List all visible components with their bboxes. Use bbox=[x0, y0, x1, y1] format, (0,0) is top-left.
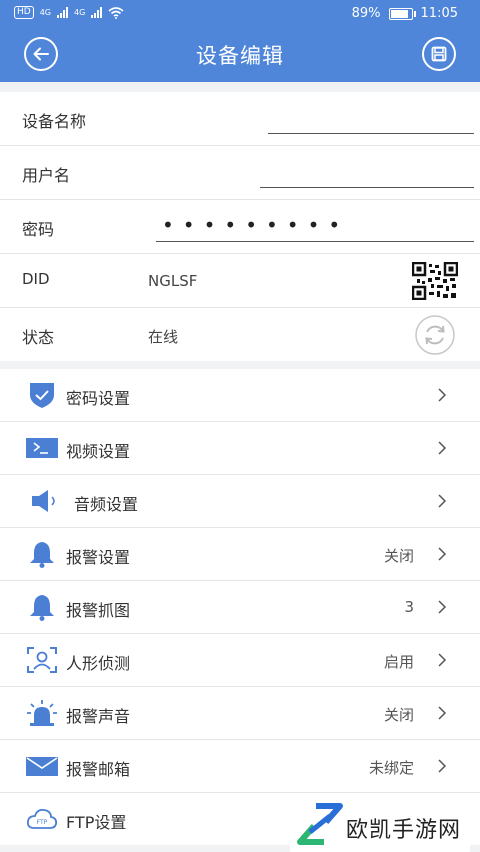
chevron-right-icon bbox=[438, 547, 447, 561]
did-row: DID NGLSF bbox=[0, 254, 480, 308]
did-label: DID bbox=[22, 270, 50, 288]
username-label: 用户名 bbox=[22, 166, 71, 185]
menu-label: 人形侦测 bbox=[66, 654, 131, 673]
device-form: 设备名称 用户名 密码 ••••••••• DID NGLSF 状态 在线 bbox=[0, 92, 480, 361]
menu-label: 音频设置 bbox=[74, 495, 139, 514]
page-title: 设备编辑 bbox=[196, 44, 284, 68]
menu-item-alarm-settings[interactable]: 报警设置 关闭 bbox=[0, 528, 480, 581]
menu-label: 视频设置 bbox=[66, 442, 131, 461]
hd-badge: HD bbox=[14, 6, 34, 19]
menu-item-alarm-sound[interactable]: 报警声音 关闭 bbox=[0, 687, 480, 740]
mail-icon bbox=[26, 757, 58, 776]
status-bar: HD 4G 4G 89% 11:05 bbox=[0, 0, 480, 28]
menu-label: 报警设置 bbox=[66, 548, 131, 567]
watermark-logo-icon bbox=[297, 803, 343, 845]
save-button[interactable] bbox=[422, 37, 456, 71]
menu-item-alarm-email[interactable]: 报警邮箱 未绑定 bbox=[0, 740, 480, 793]
watermark-text: 欧凯手游网 bbox=[346, 818, 462, 843]
chevron-right-icon bbox=[438, 600, 447, 614]
battery-percent: 89% bbox=[351, 6, 381, 21]
chevron-right-icon bbox=[438, 759, 447, 773]
menu-item-audio-settings[interactable]: 音频设置 bbox=[0, 475, 480, 528]
person-detect-icon bbox=[27, 647, 57, 673]
chevron-right-icon bbox=[438, 388, 447, 402]
menu-label: 报警抓图 bbox=[66, 601, 131, 620]
menu-item-password-settings[interactable]: 密码设置 bbox=[0, 369, 480, 422]
menu-value: 关闭 bbox=[383, 706, 414, 724]
bell-icon bbox=[30, 542, 54, 568]
menu-item-alarm-snapshot[interactable]: 报警抓图 3 bbox=[0, 581, 480, 634]
svg-text:FTP: FTP bbox=[37, 819, 48, 826]
menu-value: 3 bbox=[404, 598, 414, 616]
cloud-ftp-icon: FTP bbox=[26, 808, 58, 829]
username-row: 用户名 bbox=[0, 146, 480, 200]
status-row: 状态 在线 bbox=[0, 308, 480, 361]
settings-menu: 密码设置 视频设置 音频设置 报警设置 关闭 报警抓图 3 人形侦测 启用 报警… bbox=[0, 369, 480, 845]
status-label: 状态 bbox=[22, 328, 55, 347]
network-label-1: 4G bbox=[39, 8, 51, 17]
password-field[interactable]: ••••••••• bbox=[162, 213, 349, 237]
chevron-right-icon bbox=[438, 494, 447, 508]
refresh-icon[interactable] bbox=[414, 314, 456, 356]
password-row: 密码 ••••••••• bbox=[0, 200, 480, 254]
username-field[interactable] bbox=[260, 187, 474, 188]
menu-label: FTP设置 bbox=[66, 813, 127, 832]
did-value: NGLSF bbox=[148, 272, 198, 290]
shield-icon bbox=[30, 383, 54, 408]
menu-label: 密码设置 bbox=[66, 389, 131, 408]
menu-value: 启用 bbox=[383, 653, 414, 671]
video-icon bbox=[26, 438, 58, 458]
menu-value: 未绑定 bbox=[368, 759, 414, 777]
bell-icon bbox=[30, 595, 54, 621]
siren-icon bbox=[27, 700, 57, 726]
device-name-label: 设备名称 bbox=[22, 112, 87, 131]
menu-label: 报警邮箱 bbox=[66, 760, 131, 779]
battery-icon bbox=[388, 7, 416, 20]
signal-icon bbox=[57, 7, 68, 18]
device-name-field[interactable] bbox=[268, 133, 474, 134]
chevron-right-icon bbox=[438, 653, 447, 667]
menu-label: 报警声音 bbox=[66, 707, 131, 726]
speaker-icon bbox=[32, 490, 55, 512]
menu-value: 关闭 bbox=[383, 547, 414, 565]
device-name-row: 设备名称 bbox=[0, 92, 480, 146]
chevron-right-icon bbox=[438, 706, 447, 720]
status-value: 在线 bbox=[148, 328, 179, 346]
chevron-right-icon bbox=[438, 441, 447, 455]
menu-item-video-settings[interactable]: 视频设置 bbox=[0, 422, 480, 475]
app-header: 设备编辑 bbox=[0, 28, 480, 82]
menu-item-human-detection[interactable]: 人形侦测 启用 bbox=[0, 634, 480, 687]
password-label: 密码 bbox=[22, 220, 55, 239]
password-underline bbox=[156, 241, 474, 242]
watermark: 欧凯手游网 bbox=[290, 796, 470, 852]
wifi-icon bbox=[108, 6, 124, 19]
signal-icon bbox=[91, 7, 103, 18]
save-icon bbox=[431, 46, 447, 62]
clock: 11:05 bbox=[420, 6, 458, 21]
network-label-2: 4G bbox=[74, 8, 86, 17]
qr-code-icon[interactable] bbox=[412, 262, 458, 300]
